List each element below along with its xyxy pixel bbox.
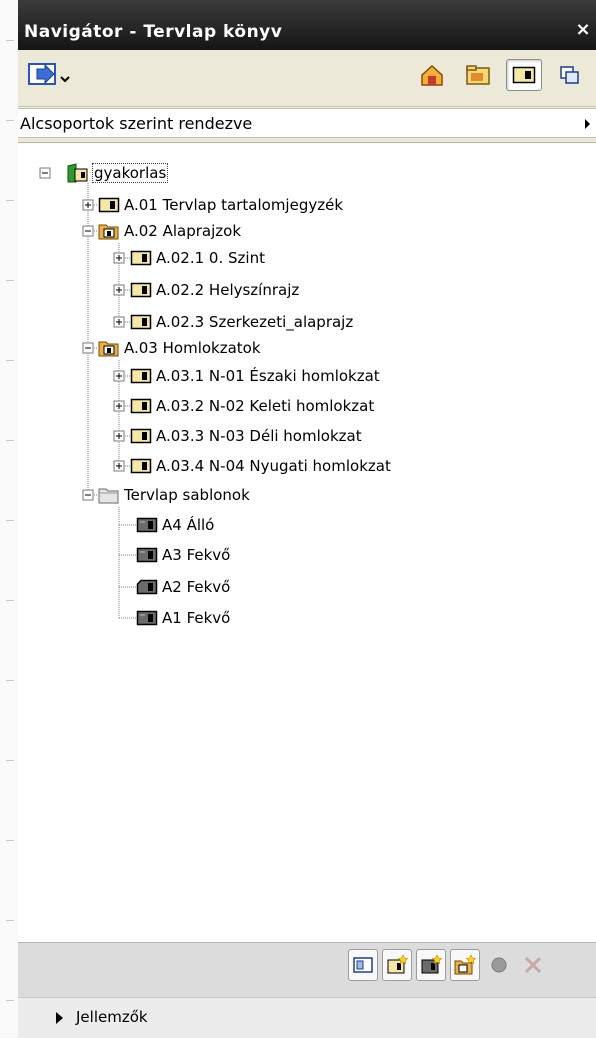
view-map-icon	[466, 65, 490, 85]
publisher-sets-icon	[560, 66, 579, 84]
chevron-right-icon	[585, 119, 590, 129]
layout-icon	[130, 250, 152, 266]
tree-item-label: A.03.4 N-04 Nyugati homlokzat	[156, 457, 391, 475]
tree-item-label: A.02.1 0. Szint	[156, 249, 265, 267]
layout-tree[interactable]: gyakorlas A.01 Tervlap tartalomjegyzék A…	[18, 142, 596, 942]
new-layout-icon	[353, 957, 373, 973]
publish-menu-icon	[28, 63, 70, 85]
tree-item[interactable]: A.03.3 N-03 Déli homlokzat	[130, 423, 362, 449]
tree-item-label: gyakorlas	[92, 163, 169, 183]
subset-folder-icon	[98, 224, 119, 240]
master-layout-icon	[136, 579, 158, 595]
tree-item[interactable]: A.02.3 Szerkezeti_alaprajz	[130, 309, 353, 335]
new-master-icon	[421, 954, 442, 974]
layout-book-button[interactable]	[506, 59, 542, 91]
properties-label: Jellemzők	[76, 1008, 148, 1026]
tree-item[interactable]: A.02 Alaprajzok	[98, 218, 241, 244]
publish-menu-button[interactable]	[24, 59, 74, 91]
tree-item-label: A2 Fekvő	[162, 578, 231, 596]
tree-item-label: A3 Fekvő	[162, 546, 231, 564]
tree-item[interactable]: A1 Fekvő	[136, 605, 230, 631]
layout-icon	[130, 368, 152, 384]
expand-arrow-icon	[56, 1012, 63, 1024]
new-subset-icon	[387, 954, 408, 974]
master-folder-icon	[98, 488, 119, 504]
close-button[interactable]: ×	[574, 20, 592, 40]
layout-book-icon	[512, 66, 536, 84]
layout-icon	[130, 458, 152, 474]
navigator-panel: Navigátor - Tervlap könyv × Alcsoportok …	[18, 0, 596, 1038]
project-map-button[interactable]	[414, 59, 450, 91]
new-folder-icon	[454, 954, 476, 975]
tree-item-label: A.03.3 N-03 Déli homlokzat	[156, 427, 362, 445]
tree-item-label: A.02.3 Szerkezeti_alaprajz	[156, 313, 354, 331]
record-icon	[491, 957, 507, 973]
tree-item[interactable]: A2 Fekvő	[136, 574, 230, 600]
navigator-toolbar	[18, 50, 596, 107]
tree-item[interactable]: Tervlap sablonok	[98, 482, 250, 508]
layout-icon	[130, 398, 152, 414]
tree-item-label: A.03.1 N-01 Északi homlokzat	[156, 367, 380, 385]
title-bar[interactable]: Navigátor - Tervlap könyv ×	[18, 0, 596, 50]
project-map-icon	[421, 64, 443, 86]
subset-folder-icon	[98, 341, 119, 357]
book-icon	[67, 163, 88, 183]
tree-item[interactable]: A.02.2 Helyszínrajz	[130, 277, 299, 303]
left-ruler	[0, 0, 19, 1037]
tree-item[interactable]: A4 Álló	[136, 512, 214, 538]
master-layout-icon	[136, 517, 158, 533]
new-subset-button[interactable]	[382, 949, 412, 981]
properties-section[interactable]: Jellemzők	[18, 997, 596, 1038]
delete-button[interactable]	[518, 949, 548, 981]
new-layout-button[interactable]	[348, 949, 378, 981]
tree-item[interactable]: A.03 Homlokzatok	[98, 335, 261, 361]
window-title: Navigátor - Tervlap könyv	[24, 22, 283, 42]
sort-label: Alcsoportok szerint rendezve	[20, 114, 253, 133]
tree-item-root[interactable]: gyakorlas	[66, 160, 169, 186]
bottom-toolbar	[18, 942, 596, 998]
tree-item[interactable]: A.03.4 N-04 Nyugati homlokzat	[130, 453, 391, 479]
sort-dropdown[interactable]: Alcsoportok szerint rendezve	[18, 108, 596, 138]
layout-icon	[130, 428, 152, 444]
tree-item[interactable]: A.01 Tervlap tartalomjegyzék	[98, 192, 343, 218]
tree-item[interactable]: A3 Fekvő	[136, 542, 230, 568]
tree-item-label: A.01 Tervlap tartalomjegyzék	[124, 196, 344, 214]
record-button[interactable]	[484, 949, 514, 981]
view-map-button[interactable]	[460, 59, 496, 91]
tree-item-label: A1 Fekvő	[162, 609, 231, 627]
publisher-sets-button[interactable]	[552, 59, 588, 91]
tree-item-label: A.02 Alaprajzok	[124, 222, 242, 240]
new-folder-button[interactable]	[450, 949, 480, 981]
new-master-button[interactable]	[416, 949, 446, 981]
tree-item[interactable]: A.02.1 0. Szint	[130, 245, 265, 271]
master-layout-icon	[136, 547, 158, 563]
tree-item[interactable]: A.03.1 N-01 Északi homlokzat	[130, 363, 380, 389]
tree-item-label: Tervlap sablonok	[124, 486, 250, 504]
delete-icon	[524, 956, 542, 974]
tree-item-label: A.03 Homlokzatok	[124, 339, 261, 357]
tree-item-label: A4 Álló	[162, 516, 215, 534]
master-layout-icon	[136, 610, 158, 626]
tree-lines	[39, 167, 136, 619]
tree-item[interactable]: A.03.2 N-02 Keleti homlokzat	[130, 393, 374, 419]
layout-icon	[130, 314, 152, 330]
tree-item-label: A.02.2 Helyszínrajz	[156, 281, 300, 299]
layout-icon	[130, 282, 152, 298]
layout-icon	[98, 197, 120, 213]
tree-item-label: A.03.2 N-02 Keleti homlokzat	[156, 397, 375, 415]
